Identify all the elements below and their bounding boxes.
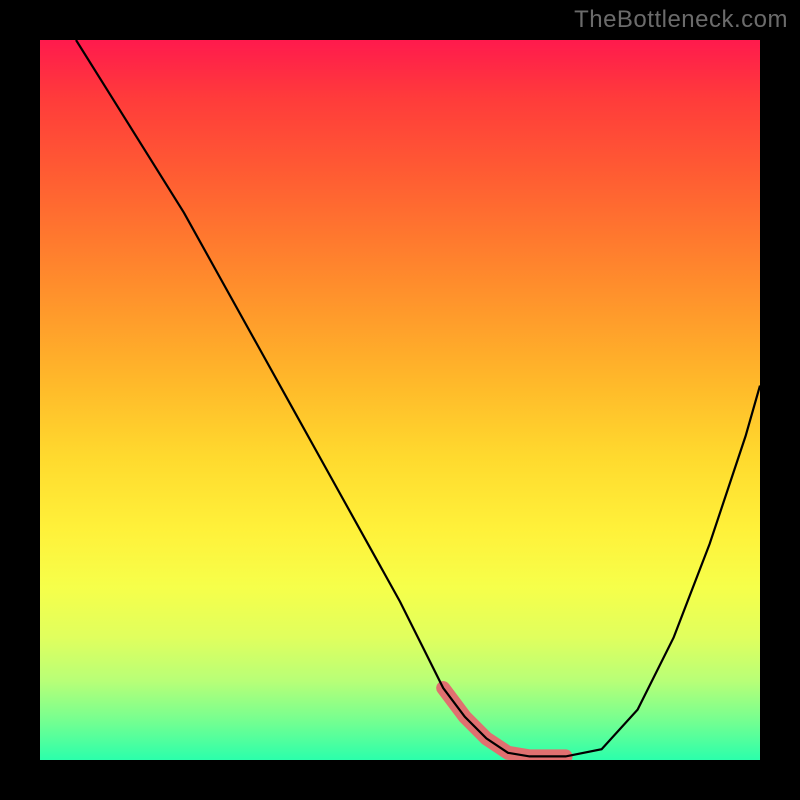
plot-area <box>40 40 760 760</box>
bottleneck-curve <box>76 40 760 756</box>
chart-frame: TheBottleneck.com <box>0 0 800 800</box>
curve-svg <box>40 40 760 760</box>
watermark-text: TheBottleneck.com <box>574 6 788 34</box>
optimum-band <box>443 688 565 756</box>
